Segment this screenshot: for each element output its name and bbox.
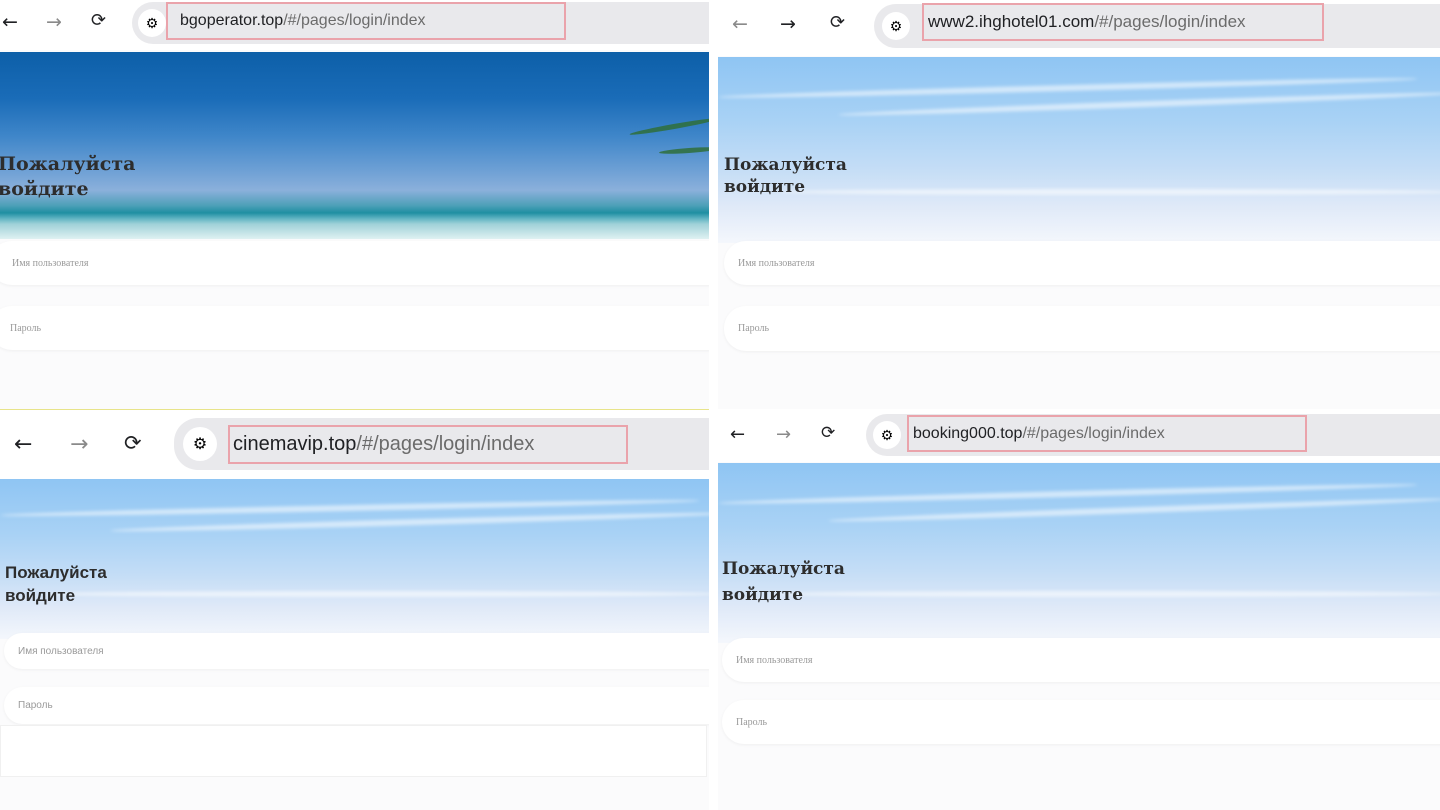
browser-toolbar: ← → ⟳ ⚙ booking000.top/#/pages/login/ind…	[718, 410, 1440, 462]
url-path: /#/pages/login/index	[1022, 424, 1165, 442]
url-highlight-box: www2.ihghotel01.com/#/pages/login/index	[922, 3, 1324, 41]
url-highlight-box: bgoperator.top/#/pages/login/index	[166, 2, 566, 40]
browser-toolbar: ← → ⟳ ⚙ www2.ihghotel01.com/#/pages/logi…	[718, 0, 1440, 56]
form-footer-area	[0, 725, 707, 777]
page-title: Пожалуйста войдите	[5, 563, 107, 605]
forward-arrow-icon[interactable]: →	[46, 13, 62, 32]
url-highlight-box: cinemavip.top/#/pages/login/index	[228, 425, 628, 464]
back-arrow-icon[interactable]: ←	[2, 13, 18, 32]
palm-leaf-decoration	[658, 145, 709, 156]
back-arrow-icon[interactable]: ←	[14, 434, 32, 456]
reload-icon[interactable]: ⟳	[124, 433, 142, 454]
site-info-icon[interactable]: ⚙	[882, 12, 910, 40]
url-host: cinemavip.top	[233, 433, 357, 455]
palm-leaf-decoration	[629, 116, 709, 137]
page-title: Пожалуйста войдите	[0, 153, 136, 200]
browser-toolbar: ← → ⟳ ⚙ bgoperator.top/#/pages/login/ind…	[0, 0, 709, 50]
cloud-streak	[40, 591, 709, 597]
hero-banner-sky: Пожалуйста войдите	[718, 57, 1440, 243]
url-host: www2.ihghotel01.com	[928, 12, 1095, 31]
reload-icon[interactable]: ⟳	[91, 12, 106, 30]
password-input[interactable]: Пароль	[0, 306, 709, 350]
hero-banner-ocean: Пожалуйста войдите	[0, 52, 709, 239]
cloud-streak	[768, 591, 1440, 597]
screenshot-panel-bgoperator: ← → ⟳ ⚙ bgoperator.top/#/pages/login/ind…	[0, 0, 709, 409]
screenshot-panel-ihghotel: ← → ⟳ ⚙ www2.ihghotel01.com/#/pages/logi…	[718, 0, 1440, 409]
site-info-icon[interactable]: ⚙	[183, 427, 217, 461]
url-host: booking000.top	[913, 424, 1023, 442]
url-highlight-box: booking000.top/#/pages/login/index	[907, 415, 1307, 452]
forward-arrow-icon[interactable]: →	[776, 426, 791, 444]
password-input[interactable]: Пароль	[722, 700, 1440, 744]
reload-icon[interactable]: ⟳	[821, 425, 835, 442]
hero-banner-sky: Пожалуйста войдите	[718, 463, 1440, 643]
back-arrow-icon[interactable]: ←	[732, 15, 748, 34]
hero-banner-sky: Пожалуйста войдите	[0, 479, 709, 639]
site-info-icon[interactable]: ⚙	[138, 9, 166, 37]
browser-toolbar: ← → ⟳ ⚙ cinemavip.top/#/pages/login/inde…	[0, 410, 709, 480]
password-input[interactable]: Пароль	[4, 687, 709, 724]
username-input[interactable]: Имя пользователя	[4, 633, 709, 669]
forward-arrow-icon[interactable]: →	[70, 434, 88, 456]
password-input[interactable]: Пароль	[724, 306, 1440, 351]
url-path: /#/pages/login/index	[283, 12, 426, 29]
page-title: Пожалуйста войдите	[722, 559, 845, 605]
username-input[interactable]: Имя пользователя	[722, 638, 1440, 682]
panel-divider-horizontal	[0, 409, 709, 410]
url-path: /#/pages/login/index	[356, 433, 535, 455]
reload-icon[interactable]: ⟳	[830, 14, 845, 32]
url-path: /#/pages/login/index	[1094, 12, 1246, 31]
back-arrow-icon[interactable]: ←	[730, 426, 745, 444]
url-host: bgoperator.top	[180, 12, 284, 29]
cloud-streak	[778, 189, 1440, 195]
username-input[interactable]: Имя пользователя	[724, 241, 1440, 285]
forward-arrow-icon[interactable]: →	[780, 15, 796, 34]
username-input[interactable]: Имя пользователя	[0, 241, 709, 285]
screenshot-panel-cinemavip: ← → ⟳ ⚙ cinemavip.top/#/pages/login/inde…	[0, 410, 709, 810]
site-info-icon[interactable]: ⚙	[873, 421, 901, 449]
panel-divider-vertical	[709, 0, 718, 810]
screenshot-panel-booking000: ← → ⟳ ⚙ booking000.top/#/pages/login/ind…	[718, 410, 1440, 810]
page-title: Пожалуйста войдите	[724, 155, 847, 198]
